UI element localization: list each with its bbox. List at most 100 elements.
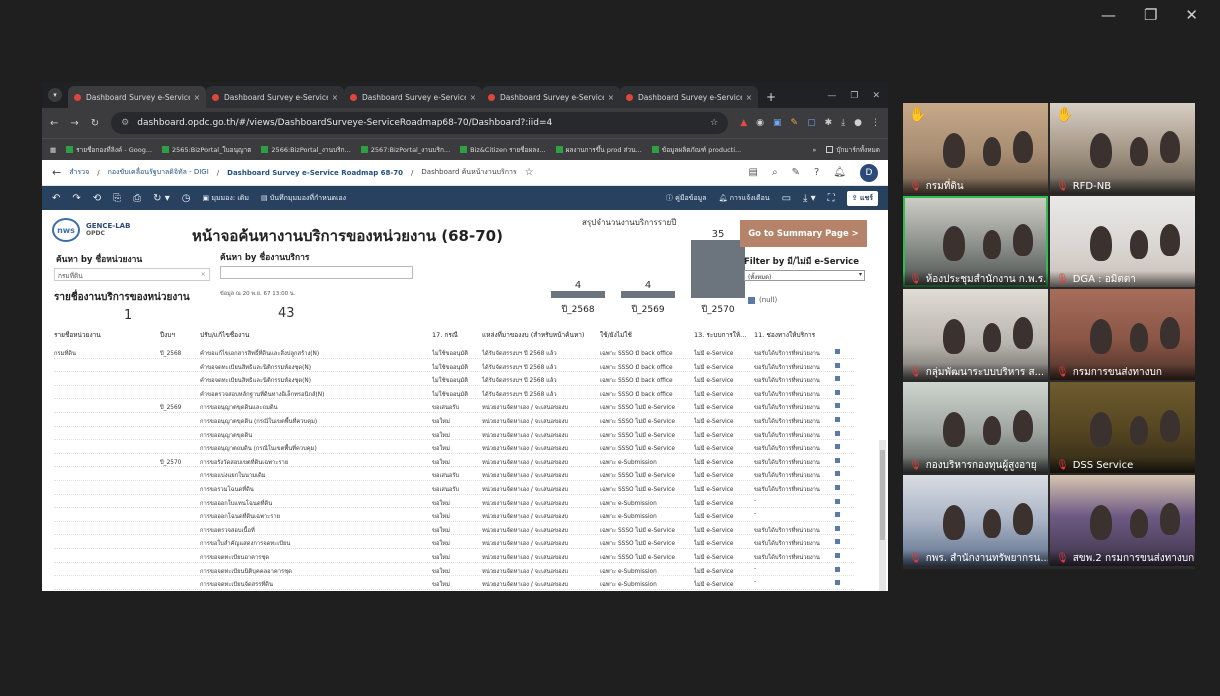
reload-icon[interactable]: ↻ [91,118,99,129]
participant-tile[interactable]: 🎙︎ กลุ่มพัฒนาระบบบริหาร ส... [903,289,1048,380]
undo-icon[interactable]: ↶ [52,193,60,204]
bookmarks-overflow-icon[interactable]: » [812,146,816,154]
new-tab-button[interactable]: + [758,90,784,108]
puzzle-extension-icon[interactable]: ✱ [825,118,833,128]
bar-group[interactable]: 35 [690,229,746,298]
favorite-star-icon[interactable]: ☆ [525,167,534,178]
table-row[interactable]: การขอออกโฉนดที่ดินเฉพาะราย ขอใหม่ หน่วยงาน… [54,508,854,522]
table-row[interactable]: ปี_2570 การขอรังวัดสอบเขตที่ดินเฉพาะราย ขอ… [54,454,854,468]
table-row[interactable]: กรมที่ดิน ปี_2568 คำขอแก้ไขเอกสารสิทธิ์ที่… [54,345,854,359]
tab-close-icon[interactable]: × [470,93,476,102]
bar-group[interactable]: 4 [550,280,606,298]
table-row[interactable]: ปี_2569 การขออนุญาตขุดดินและถมดิน ขอเสนอรั… [54,399,854,413]
table-scrollbar[interactable] [879,440,886,591]
column-header[interactable]: 17. กรณี [432,330,458,340]
table-row[interactable]: การขออนุญาตขุดดิน (กรณีในเขตพื้นที่ควบคุ… [54,413,854,427]
redo-icon[interactable]: ↷ [72,193,80,204]
forward-icon[interactable]: → [70,118,78,129]
docs-extension-icon[interactable]: ▣ [773,118,782,128]
redo-arrow-icon[interactable]: ↻ ▾ [153,193,170,204]
breadcrumb-item-explore[interactable]: สำรวจ [69,167,89,178]
participant-tile[interactable]: 🎙︎ DSS Service [1050,382,1195,473]
table-row[interactable]: การขออนุญาตถมดิน (กรณีในเขตพื้นที่ควบคุม… [54,440,854,454]
menu-icon[interactable]: ⋮ [871,118,880,128]
custom-view-button[interactable]: ▤ บันทึกมุมมองที่กำหนดเอง [261,193,346,204]
table-row[interactable]: การขอใบสำคัญแสดงการจดทะเบียน ขอใหม่ หน่วยง… [54,535,854,549]
breadcrumb-item-project[interactable]: กองขับเคลื่อนรัฐบาลดิจิทัล - DIGI [108,167,209,178]
pause-icon[interactable]: ⎙ [133,193,141,204]
participant-tile[interactable]: 🎙︎ กรมการขนส่งทางบก [1050,289,1195,380]
search-service-input[interactable] [220,266,413,279]
column-header[interactable]: รายชื่อหน่วยงาน [54,330,101,340]
tab-close-icon[interactable]: × [332,93,338,102]
data-guide-button[interactable]: ⓘ คู่มือข้อมูล [666,193,707,204]
bookmark-item[interactable]: 2565:BizPortal_ใบอนุญาต [162,145,251,155]
table-row[interactable]: คำขอตรวจสอบหลักฐานที่ดินทางอิเล็กทรอนิกส… [54,386,854,400]
participant-tile[interactable]: ✋ 🎙︎ กรมที่ดิน [903,103,1048,194]
edit-icon[interactable]: ✎ [792,167,800,178]
browser-close-icon[interactable]: ✕ [872,91,880,101]
browser-tab[interactable]: Dashboard Survey e-Service Roa × [206,86,344,108]
bar-group[interactable]: 4 [620,280,676,298]
participant-tile[interactable]: 🎙︎ กองบริหารกองทุนผู้สูงอายุ [903,382,1048,473]
camera-extension-icon[interactable]: ◉ [756,118,764,128]
profile-icon[interactable]: ● [854,118,862,128]
browser-tab[interactable]: Dashboard Survey e-Service Roa × [68,86,206,108]
url-field[interactable]: ⚙ dashboard.opdc.go.th/#/views/Dashboard… [111,112,729,134]
bookmark-item[interactable]: รายชื่อกองที่ลิงค์ - Goog... [66,145,152,155]
table-row[interactable]: การขอออกใบแทนโฉนดที่ดิน ขอใหม่ หน่วยงานจัด… [54,495,854,509]
table-row[interactable]: การขออนุญาตใช้ประโยชน์ในที่ดินของรัฐขอให… [54,590,854,591]
comments-icon[interactable]: ▭ [782,193,791,204]
view-menu-button[interactable]: ▣ มุมมอง: เดิม [202,193,248,204]
bar[interactable] [551,291,605,298]
avatar[interactable]: D [860,163,878,182]
alerts-button[interactable]: 🔔︎ การแจ้งเตือน [719,193,770,204]
apps-icon[interactable]: ▦ [50,146,56,154]
tab-close-icon[interactable]: × [608,93,614,102]
bookmark-item[interactable]: ผลงานการขึ้น prod ส่วน... [555,145,642,155]
close-icon[interactable]: ✕ [1185,6,1198,24]
back-arrow-icon[interactable]: ← [52,166,61,179]
goto-summary-button[interactable]: Go to Summary Page > [740,220,867,247]
data-source-icon[interactable]: ▤ [749,167,758,178]
search-icon[interactable]: ⌕ [772,167,778,178]
participant-tile[interactable]: 🎙︎ DGA : อมิตตา [1050,196,1195,287]
pen-extension-icon[interactable]: ✎ [791,118,799,128]
all-bookmarks-folder[interactable]: บุ๊กมาร์กทั้งหมด [826,145,880,155]
bookmark-star-icon[interactable]: ☆ [710,118,718,128]
column-header[interactable]: ใช้/ยังไม่ใช้ [600,330,632,340]
tab-search-icon[interactable]: ▾ [48,88,62,102]
back-icon[interactable]: ← [50,118,58,129]
filter-select[interactable]: (ทั้งหมด) ▾ [744,270,865,281]
help-icon[interactable]: ? [814,167,819,178]
bookmark-item[interactable]: ข้อมูลผลิตภัณฑ์ producti... [651,145,741,155]
table-row[interactable]: การขอรวมโฉนดที่ดิน ขอเสนอรับ หน่วยงานจัดหา… [54,481,854,495]
pdf-extension-icon[interactable]: ▲ [740,118,747,128]
download-icon[interactable]: ⤓ [841,118,845,128]
revert-icon[interactable]: ⟲ [93,193,101,204]
table-row[interactable]: การขออนุญาตขุดดิน ขอใหม่ หน่วยงานจัดหาเอง … [54,427,854,441]
download-menu-icon[interactable]: ⤓ ▾ [803,193,816,204]
bar[interactable] [691,240,745,298]
participant-tile[interactable]: 🎙︎ สขพ.2 กรมการขนส่งทางบก [1050,475,1195,566]
clear-icon[interactable]: × [201,270,206,278]
search-org-input[interactable]: กรมที่ดิน × [54,268,210,281]
scroll-thumb[interactable] [880,450,885,540]
column-header[interactable]: แหล่งที่มาของงบ (สำหรับหน้าค้นหา) [482,330,584,340]
table-row[interactable]: การขอจดทะเบียนนิติบุคคลอาคารชุด ขอใหม่ หน่… [54,563,854,577]
browser-tab[interactable]: Dashboard Survey e-Service Roa × [620,86,758,108]
participant-tile[interactable]: 🎙︎ กพร. สำนักงานทรัพยากรน... [903,475,1048,566]
participant-tile[interactable]: 🎙︎ ห้องประชุมสำนักงาน ก.พ.ร. [903,196,1048,287]
column-header[interactable]: ปีงบฯ [160,330,175,340]
table-row[interactable]: การขอตรวจสอบเนื้อที่ ขอใหม่ หน่วยงานจัดหาเ… [54,522,854,536]
refresh-icon[interactable]: ⎘ [113,193,121,204]
tab-close-icon[interactable]: × [194,93,200,102]
table-row[interactable]: การขอจดทะเบียนอาคารชุด ขอใหม่ หน่วยงานจัดห… [54,549,854,563]
column-header[interactable]: ปรับ/แก้ไขชื่องาน [200,330,249,340]
tab-close-icon[interactable]: × [746,93,752,102]
bookmark-item[interactable]: Biz&Citizen รายชื่อผลง... [460,145,546,155]
notifications-icon[interactable]: 🔔︎ [833,167,846,178]
table-row[interactable]: การขอจดทะเบียนจัดสรรที่ดิน ขอใหม่ หน่วยงาน… [54,576,854,590]
fullscreen-icon[interactable]: ⛶ [828,193,835,204]
browser-tab[interactable]: Dashboard Survey e-Service Roa × [344,86,482,108]
